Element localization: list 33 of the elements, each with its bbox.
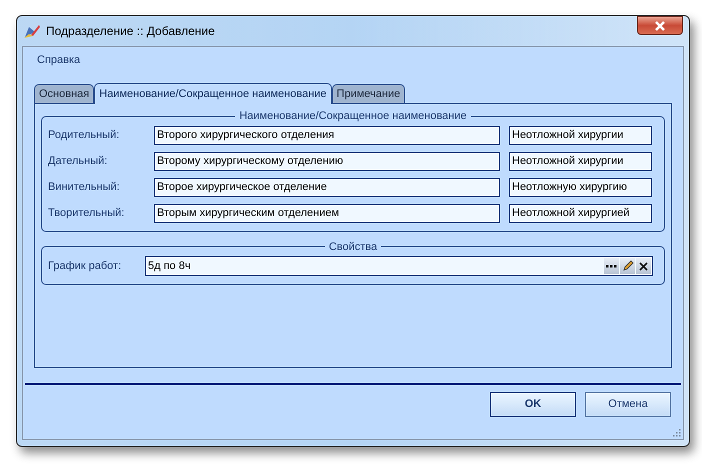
dialog-button[interactable]: Отмена [585,392,671,417]
full-name-field[interactable]: Второе хирургическое отделение [154,178,500,196]
field-label: График работ: [48,258,122,274]
browse-button[interactable] [604,258,619,274]
close-button[interactable] [637,16,683,35]
field-label: Дательный: [48,154,108,169]
clear-button[interactable] [636,258,651,274]
full-name-field[interactable]: Вторым хирургическим отделением [154,204,500,222]
close-icon [654,20,666,30]
menu-item[interactable]: Справка [37,52,80,69]
tab[interactable]: Наименование/Сокращенное наименование [94,83,332,104]
field-label: Родительный: [48,128,120,143]
window-title: Подразделение :: Добавление [46,23,215,40]
field-label: Винительный: [48,180,121,195]
short-name-field[interactable]: Неотложную хирургию [509,178,652,196]
group-title: Свойства [328,240,378,254]
clear-icon [639,262,648,270]
short-name-field[interactable]: Неотложной хирургией [509,204,652,222]
dialog-button[interactable]: OK [490,392,576,417]
tab[interactable]: Примечание [332,84,406,103]
full-name-field[interactable]: Второму хирургическому отделению [154,152,500,170]
more-icon [606,264,617,268]
field-label: Творительный: [48,206,126,221]
short-name-field[interactable]: Неотложной хирургии [509,126,652,144]
group-title: Наименование/Сокращенное наименование [238,109,468,124]
schedule-field[interactable]: 5д по 8ч [145,256,653,276]
tab[interactable]: Основная [34,84,94,103]
pencil-icon [622,260,634,272]
full-name-field[interactable]: Второго хирургического отделения [154,126,500,144]
resize-grip-icon [672,428,681,437]
short-name-field[interactable]: Неотложной хирургии [509,152,652,170]
edit-button[interactable] [620,258,635,274]
app-icon [23,23,41,39]
